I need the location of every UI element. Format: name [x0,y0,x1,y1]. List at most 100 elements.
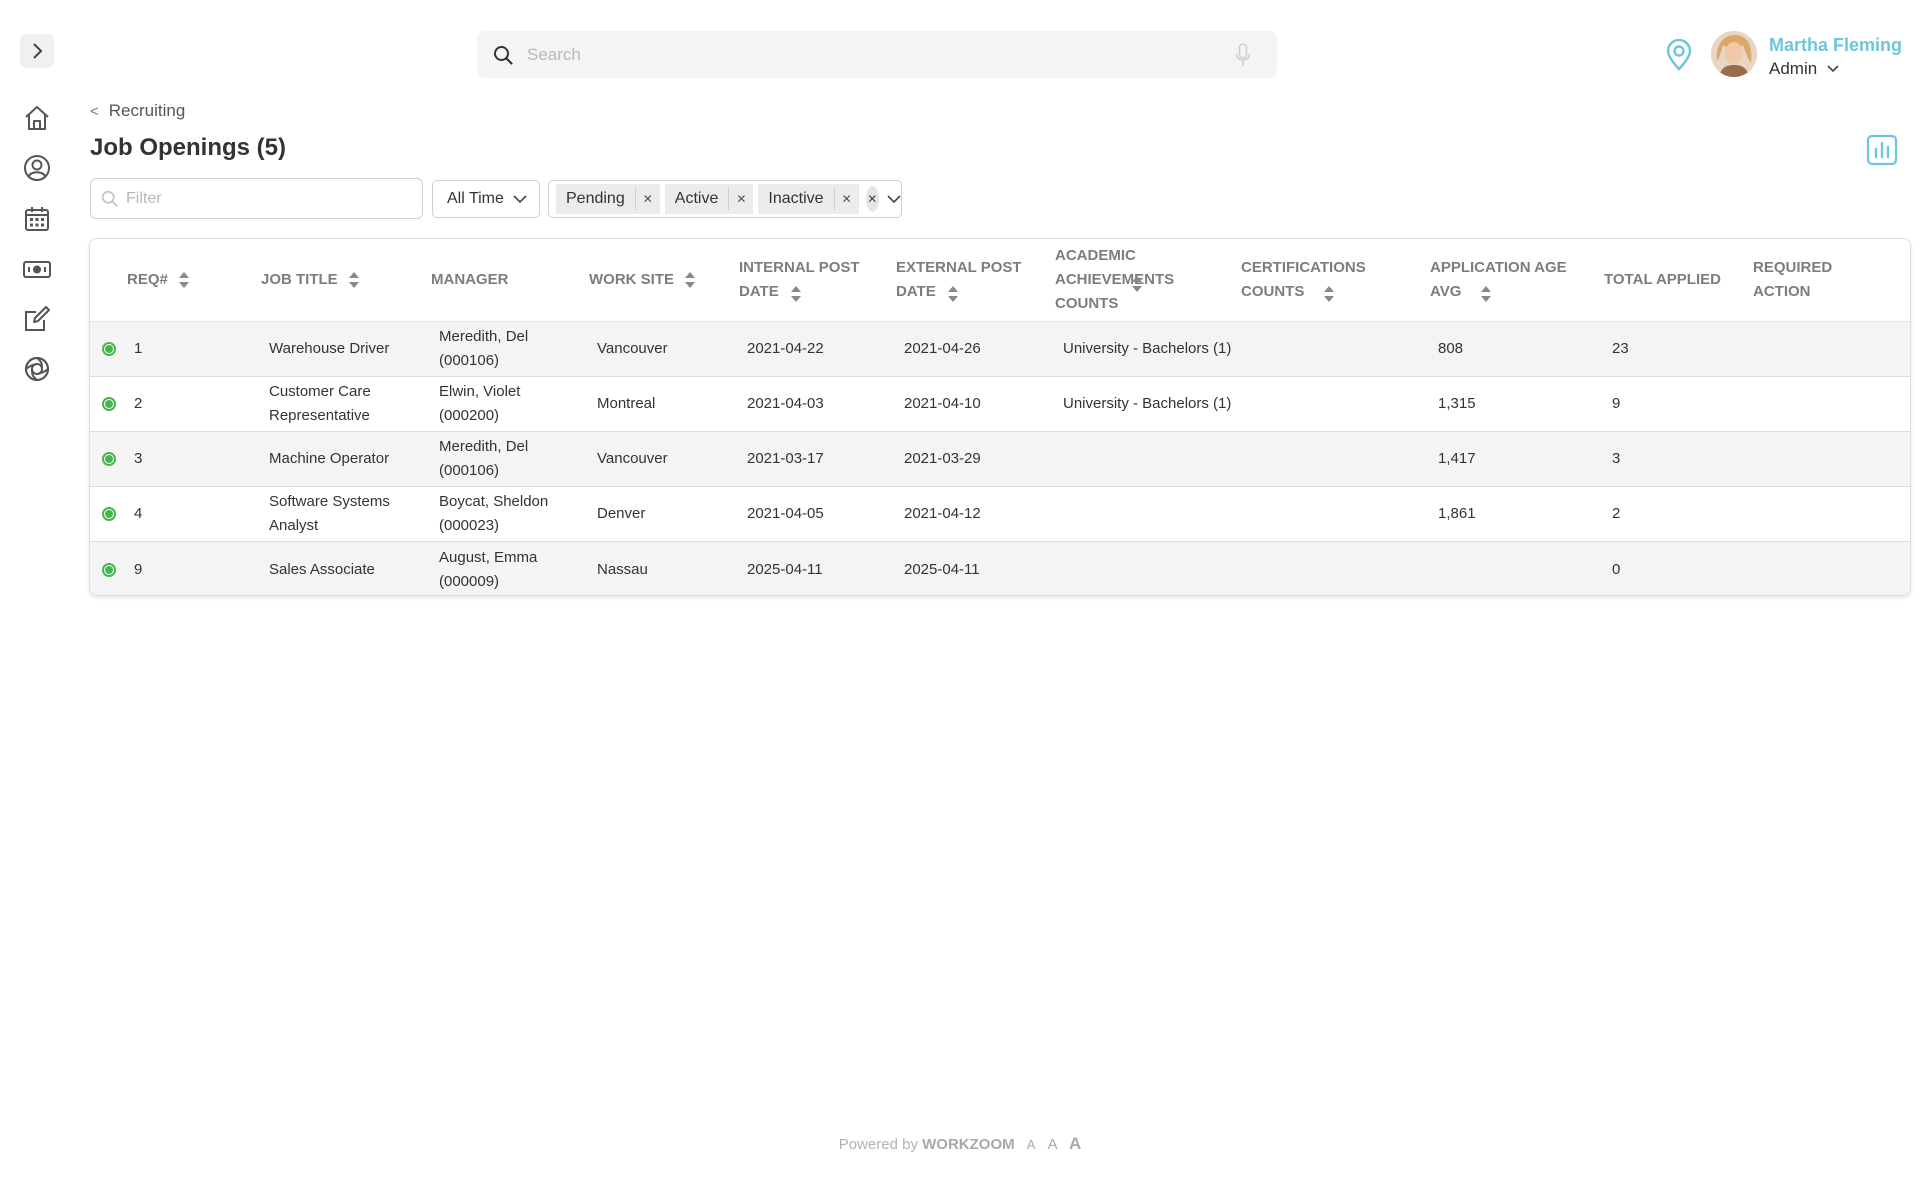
home-icon[interactable] [20,101,54,135]
search-input[interactable] [515,44,1231,65]
status-chip: Active ✕ [664,184,754,214]
sort-icon[interactable] [1131,275,1143,293]
work-site-cell: Vancouver [597,340,668,357]
sidebar [0,0,74,1200]
bar-chart-icon[interactable] [1866,134,1898,166]
global-search[interactable] [477,31,1277,78]
column-header-label: REQ# [127,271,168,288]
job-title-cell[interactable]: Sales Associate [269,558,409,582]
breadcrumb[interactable]: < Recruiting [90,101,185,121]
column-header-label: WORK SITE [589,271,674,288]
manager-cell: August, Emma (000009) [439,548,538,590]
font-size-large-button[interactable]: A [1069,1134,1081,1153]
brand-logo[interactable]: WORKZOOM [922,1136,1014,1153]
calendar-icon[interactable] [20,202,54,236]
req-cell: 3 [134,450,143,467]
column-header-label: REQUIRED ACTION [1753,259,1833,300]
work-site-cell: Nassau [597,560,648,578]
total-applied-cell: 3 [1612,450,1621,467]
column-header-external-post-date[interactable]: EXTERNAL POST DATE [896,256,1031,304]
sort-icon[interactable] [348,271,360,289]
column-header-req[interactable]: REQ# [127,268,190,292]
table-row[interactable]: 9 Sales Associate August, Emma (000009) … [90,542,1910,595]
active-status-icon [102,507,116,521]
sort-icon[interactable] [1323,285,1335,303]
column-header-label: MANAGER [431,271,509,288]
column-header-job-title[interactable]: JOB TITLE [261,268,360,292]
sort-icon[interactable] [947,285,959,303]
job-title-cell[interactable]: Customer Care Representative [269,380,399,428]
user-profile-icon[interactable] [20,151,54,185]
time-range-select[interactable]: All Time [432,180,540,218]
column-header-academic-achievements[interactable]: ACADEMIC ACHIEVEMENTS COUNTS [1055,244,1185,316]
active-status-icon [102,452,116,466]
column-header-label: EXTERNAL POST DATE [896,259,1022,300]
age-avg-cell: 1,417 [1438,450,1476,467]
font-size-small-button[interactable]: A [1027,1137,1036,1152]
chevron-right-icon [33,43,43,59]
expand-sidebar-button[interactable] [20,34,54,68]
internal-post-date-cell: 2025-04-11 [747,560,823,578]
remove-chip-icon[interactable]: ✕ [833,188,859,210]
internal-post-date-cell: 2021-03-17 [747,450,824,467]
remove-chip-icon[interactable]: ✕ [728,188,753,210]
column-header-label: APPLICATION AGE AVG [1430,259,1567,300]
location-pin-icon[interactable] [1664,38,1694,72]
external-post-date-cell: 2021-04-10 [904,395,981,412]
chevron-left-icon: < [90,102,99,120]
external-post-date-cell: 2021-03-29 [904,450,981,467]
status-chip-label: Active [674,190,719,207]
job-title-cell[interactable]: Machine Operator [269,447,409,471]
column-header-manager: MANAGER [431,268,509,292]
column-header-label: ACADEMIC ACHIEVEMENTS COUNTS [1055,247,1175,312]
column-header-label: CERTIFICATIONS COUNTS [1241,259,1366,300]
sort-icon[interactable] [684,271,696,289]
total-applied-cell: 0 [1612,560,1621,578]
user-role-menu[interactable]: Admin [1769,59,1839,79]
table-row[interactable]: 4 Software Systems Analyst Boycat, Sheld… [90,487,1910,542]
req-cell: 1 [134,340,143,357]
total-applied-cell: 23 [1612,340,1629,357]
column-header-work-site[interactable]: WORK SITE [589,268,696,292]
total-applied-cell: 2 [1612,505,1621,522]
aperture-icon[interactable] [20,352,54,386]
money-icon[interactable] [20,252,54,286]
filter-input[interactable] [126,189,406,208]
edit-icon[interactable] [20,302,54,336]
academic-cell: University - Bachelors (1) [1063,395,1232,412]
job-title-cell[interactable]: Software Systems Analyst [269,490,399,538]
job-openings-table: REQ# JOB TITLE MANAGER WORK SITE INTERNA… [89,238,1911,596]
req-cell: 9 [134,560,143,578]
user-name[interactable]: Martha Fleming [1769,35,1902,56]
table-row[interactable]: 1 Warehouse Driver Meredith, Del (000106… [90,322,1910,377]
remove-chip-icon[interactable]: ✕ [634,188,660,210]
sort-icon[interactable] [790,285,802,303]
filter-field[interactable] [90,178,423,219]
job-title-cell[interactable]: Warehouse Driver [269,337,399,361]
font-size-medium-button[interactable]: A [1048,1136,1057,1153]
req-cell: 4 [134,505,143,522]
column-header-certifications[interactable]: CERTIFICATIONS COUNTS [1241,256,1381,304]
footer: Powered by WORKZOOM A A A [0,1134,1920,1154]
sort-icon[interactable] [1480,285,1492,303]
sort-icon[interactable] [178,271,190,289]
column-header-internal-post-date[interactable]: INTERNAL POST DATE [739,256,869,304]
internal-post-date-cell: 2021-04-03 [747,395,824,412]
table-row[interactable]: 2 Customer Care Representative Elwin, Vi… [90,377,1910,432]
chevron-down-icon[interactable] [887,194,901,204]
external-post-date-cell: 2021-04-12 [904,505,981,522]
manager-cell: Boycat, Sheldon (000023) [439,493,549,534]
clear-all-icon[interactable]: ✕ [865,186,879,212]
table-row[interactable]: 3 Machine Operator Meredith, Del (000106… [90,432,1910,487]
avatar[interactable] [1711,31,1757,77]
internal-post-date-cell: 2021-04-22 [747,340,824,357]
microphone-icon[interactable] [1231,42,1255,67]
time-range-value: All Time [447,190,504,207]
status-multiselect[interactable]: Pending ✕ Active ✕ Inactive ✕ ✕ [548,180,902,218]
work-site-cell: Montreal [597,395,656,412]
status-chip: Pending ✕ [556,184,660,214]
column-header-application-age-avg[interactable]: APPLICATION AGE AVG [1430,256,1580,304]
age-avg-cell: 1,861 [1438,505,1476,522]
external-post-date-cell: 2025-04-11 [904,560,980,578]
table-header: REQ# JOB TITLE MANAGER WORK SITE INTERNA… [90,239,1910,322]
